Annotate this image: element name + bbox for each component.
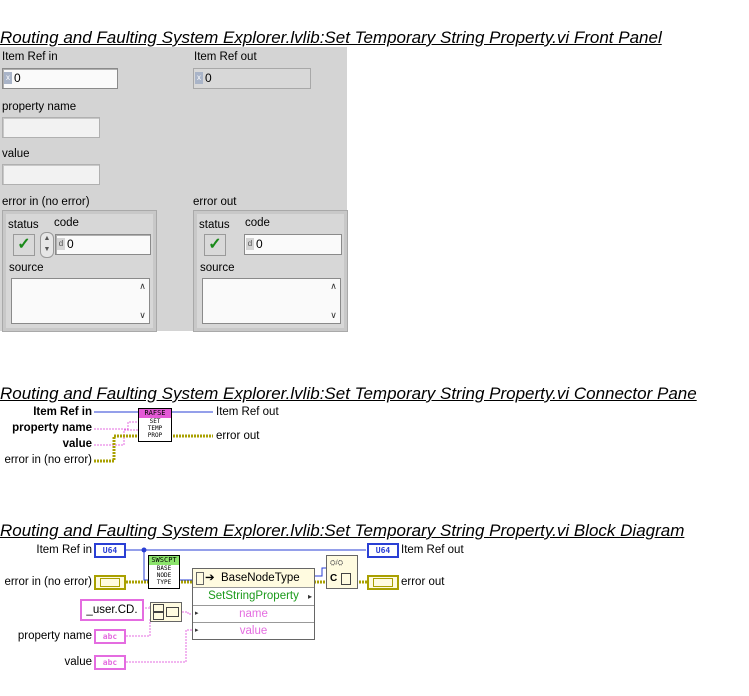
error-out-code-indicator: d 0 [244, 234, 342, 255]
scroll-up-icon[interactable]: ∧ [137, 281, 148, 292]
bd-value-label: value [64, 656, 93, 668]
front-panel-title: Routing and Faulting System Explorer.lvl… [0, 28, 662, 47]
cp-input-error-in: error in (no error) [4, 454, 92, 466]
error-in-status-checkbox[interactable]: ✓ [13, 234, 35, 256]
property-name-control[interactable] [2, 117, 100, 138]
error-cluster-icon [373, 578, 393, 587]
radix-indicator[interactable]: d [246, 238, 254, 250]
bd-concatenate-strings-icon[interactable] [150, 602, 182, 622]
bd-user-cd-constant[interactable]: _user.CD. [80, 599, 144, 621]
bd-error-in-label: error in (no error) [4, 576, 92, 588]
item-ref-out-value: 0 [205, 71, 212, 85]
class-c-icon: C [330, 573, 338, 584]
cp-input-item-ref-in: Item Ref in [33, 406, 92, 418]
bd-value-terminal[interactable]: abc [94, 655, 126, 670]
class-ref-icon [196, 572, 204, 585]
property-name-label: property name [2, 101, 77, 113]
radix-indicator[interactable]: x [195, 72, 203, 84]
connector-pane-icon: RAFSE SET TEMP PROP [138, 408, 172, 442]
error-in-code-label: code [54, 217, 79, 229]
radix-indicator[interactable]: x [4, 72, 12, 84]
cp-input-value: value [62, 438, 92, 450]
invoke-param-row[interactable]: ▸ name [193, 606, 314, 623]
bd-error-out-label: error out [401, 576, 445, 588]
icon-text-line: PROP [147, 432, 163, 439]
page-icon [341, 573, 351, 585]
value-control[interactable] [2, 164, 100, 185]
param-input-arrow-icon: ▸ [195, 627, 199, 634]
subvi-banner: SWSCPT [149, 556, 179, 565]
error-in-code-value: 0 [67, 237, 74, 251]
bd-item-ref-out-terminal[interactable]: U64 [367, 543, 399, 558]
method-menu-arrow-icon[interactable]: ▸ [308, 588, 312, 605]
error-in-source-field[interactable]: ∧ ∨ [11, 278, 150, 324]
bd-item-ref-in-label: Item Ref in [36, 544, 92, 556]
error-cluster-icon [100, 578, 120, 587]
icon-text-line: SET [149, 418, 161, 425]
invoke-param-row[interactable]: ▸ value [193, 623, 314, 639]
bd-property-name-terminal[interactable]: abc [94, 629, 126, 644]
invoke-method-label: SetStringProperty [208, 590, 299, 602]
invoke-method-name[interactable]: SetStringProperty ▸ [193, 588, 314, 606]
bd-item-ref-in-terminal[interactable]: U64 [94, 543, 126, 558]
subvi-text-line: BASE [156, 565, 172, 572]
error-out-code-value: 0 [256, 237, 263, 251]
cp-input-property-name: property name [12, 422, 92, 434]
error-out-status-led: ✓ [204, 234, 226, 256]
item-ref-in-control[interactable]: x 0 [2, 68, 118, 89]
invoke-param-name: name [239, 608, 268, 620]
bd-ref-conversion-node[interactable]: ⛭/⛭ C [326, 555, 358, 589]
item-ref-in-value: 0 [14, 71, 21, 85]
increment-decrement-icon[interactable]: ▲ ▼ [40, 232, 54, 258]
scroll-down-icon[interactable]: ∨ [328, 310, 339, 321]
bd-item-ref-out-label: Item Ref out [401, 544, 464, 556]
param-input-arrow-icon: ▸ [195, 610, 199, 617]
value-label: value [2, 148, 30, 160]
error-out-source-field: ∧ ∨ [202, 278, 341, 324]
error-in-source-label: source [9, 262, 44, 274]
conversion-glyph-icon: ⛭/⛭ [330, 560, 344, 567]
cp-output-error-out: error out [216, 430, 260, 442]
item-ref-out-indicator: x 0 [193, 68, 311, 89]
item-ref-out-label: Item Ref out [194, 51, 257, 63]
scroll-up-icon[interactable]: ∧ [328, 281, 339, 292]
item-ref-in-label: Item Ref in [2, 51, 58, 63]
icon-text-line: TEMP [147, 425, 163, 432]
cp-output-item-ref-out: Item Ref out [216, 406, 279, 418]
bd-invoke-node[interactable]: ➔ BaseNodeType SetStringProperty ▸ ▸ nam… [192, 568, 315, 640]
subvi-text-line: TYPE [156, 579, 172, 586]
error-in-label: error in (no error) [2, 196, 90, 208]
subvi-text-line: NODE [156, 572, 172, 579]
scroll-down-icon[interactable]: ∨ [137, 310, 148, 321]
bd-base-node-type-subvi[interactable]: SWSCPT BASE NODE TYPE [148, 555, 180, 589]
error-out-cluster: status code ✓ d 0 source ∧ ∨ [193, 210, 348, 332]
bd-error-out-terminal[interactable] [367, 575, 399, 590]
error-in-status-label: status [8, 219, 39, 231]
invoke-arrow-icon: ➔ [205, 572, 215, 584]
error-out-status-label: status [199, 219, 230, 231]
bd-property-name-label: property name [17, 630, 92, 642]
error-in-cluster: status code ✓ ▲ ▼ d 0 source ∧ ∨ [2, 210, 157, 332]
bd-error-in-terminal[interactable] [94, 575, 126, 590]
error-in-code-control[interactable]: d 0 [55, 234, 151, 255]
invoke-class-name: BaseNodeType [221, 572, 300, 584]
error-out-code-label: code [245, 217, 270, 229]
block-diagram-title: Routing and Faulting System Explorer.lvl… [0, 521, 685, 540]
error-out-source-label: source [200, 262, 235, 274]
invoke-param-value: value [239, 625, 268, 637]
radix-indicator[interactable]: d [57, 238, 65, 250]
icon-banner: RAFSE [139, 409, 171, 418]
error-out-label: error out [193, 196, 237, 208]
